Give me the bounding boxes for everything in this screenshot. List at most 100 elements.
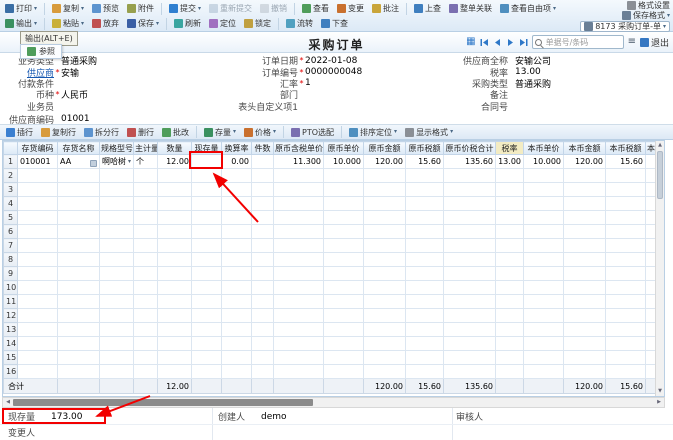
row-number[interactable]: 11: [4, 295, 18, 309]
grid-cell[interactable]: [496, 309, 524, 323]
vertical-scrollbar[interactable]: ▲ ▼: [655, 141, 664, 396]
grid-cell[interactable]: [564, 169, 606, 183]
grid-cell[interactable]: [58, 365, 100, 379]
grid-cell[interactable]: [58, 351, 100, 365]
grid-cell[interactable]: [58, 309, 100, 323]
grid-cell[interactable]: [444, 225, 496, 239]
discard-button[interactable]: 放弃: [89, 17, 122, 30]
grid-cell[interactable]: [58, 295, 100, 309]
grid-cell[interactable]: [564, 295, 606, 309]
grid-cell[interactable]: [444, 337, 496, 351]
scroll-left-icon[interactable]: ◀: [3, 398, 13, 407]
column-header[interactable]: 存货编码: [18, 142, 58, 155]
submit-button[interactable]: 提交▾: [166, 2, 204, 15]
refresh-button[interactable]: 刷新: [171, 17, 204, 30]
grid-cell[interactable]: [18, 253, 58, 267]
paste-button[interactable]: 粘贴▾: [49, 17, 87, 30]
grid-cell[interactable]: [406, 239, 444, 253]
grid-cell[interactable]: [274, 281, 324, 295]
grid-cell[interactable]: [406, 295, 444, 309]
grid-cell[interactable]: [274, 197, 324, 211]
supplier-value[interactable]: 安输: [61, 66, 79, 79]
grid-cell[interactable]: [100, 337, 134, 351]
tax-rate-value[interactable]: 13.00: [515, 67, 541, 77]
row-number[interactable]: 2: [4, 169, 18, 183]
grid-cell[interactable]: [274, 253, 324, 267]
grid-cell[interactable]: [192, 281, 222, 295]
row-number[interactable]: 9: [4, 267, 18, 281]
column-header[interactable]: 数量: [158, 142, 192, 155]
grid-cell[interactable]: [606, 211, 646, 225]
stock-button[interactable]: 存量▾: [201, 126, 239, 139]
grid-cell[interactable]: [18, 295, 58, 309]
format-settings-button[interactable]: 格式设置: [627, 1, 670, 10]
grid-cell[interactable]: [252, 309, 274, 323]
grid-cell[interactable]: 120.00: [564, 155, 606, 169]
row-number[interactable]: 15: [4, 351, 18, 365]
grid-cell[interactable]: [406, 253, 444, 267]
grid-cell[interactable]: 10.000: [324, 155, 364, 169]
grid-cell[interactable]: [100, 281, 134, 295]
grid-cell[interactable]: [606, 169, 646, 183]
grid-cell[interactable]: [252, 295, 274, 309]
grid-cell[interactable]: [406, 351, 444, 365]
grid-cell[interactable]: [564, 253, 606, 267]
grid-cell[interactable]: [564, 267, 606, 281]
grid-cell[interactable]: [192, 309, 222, 323]
grid-cell[interactable]: [564, 309, 606, 323]
grid-cell[interactable]: [18, 169, 58, 183]
grid-cell[interactable]: [564, 225, 606, 239]
view-free-items-button[interactable]: 查看自由项▾: [497, 2, 559, 15]
last-record-button[interactable]: [519, 38, 528, 47]
grid-cell[interactable]: [192, 197, 222, 211]
doc-template-button[interactable]: 8173 采购订单-单▾: [580, 21, 670, 32]
grid-cell[interactable]: [444, 211, 496, 225]
grid-cell[interactable]: [364, 267, 406, 281]
grid-cell[interactable]: 13.00: [496, 155, 524, 169]
grid-cell[interactable]: [606, 253, 646, 267]
column-header[interactable]: 税率: [496, 142, 524, 155]
grid-cell[interactable]: [496, 365, 524, 379]
grid-cell[interactable]: [158, 225, 192, 239]
grid-cell[interactable]: [100, 351, 134, 365]
grid-cell[interactable]: [158, 197, 192, 211]
currency-value[interactable]: 人民币: [61, 88, 88, 101]
supplier-fullname-value[interactable]: 安输公司: [515, 54, 551, 67]
grid-cell[interactable]: [406, 225, 444, 239]
grid-cell[interactable]: [158, 211, 192, 225]
grid-cell[interactable]: [406, 211, 444, 225]
hscroll-thumb[interactable]: [13, 399, 313, 406]
column-header[interactable]: 原币含税单价: [274, 142, 324, 155]
grid-cell[interactable]: [18, 225, 58, 239]
grid-cell[interactable]: [222, 281, 252, 295]
grid-cell[interactable]: [406, 309, 444, 323]
grid-cell[interactable]: [18, 197, 58, 211]
grid-cell[interactable]: [324, 309, 364, 323]
grid-cell[interactable]: [274, 337, 324, 351]
grid-cell[interactable]: [18, 365, 58, 379]
grid-cell[interactable]: 10.000: [524, 155, 564, 169]
grid-cell[interactable]: [406, 337, 444, 351]
annotate-button[interactable]: 批注: [369, 2, 402, 15]
grid-cell[interactable]: [58, 267, 100, 281]
grid-cell[interactable]: [134, 309, 158, 323]
grid-cell[interactable]: [222, 323, 252, 337]
row-number[interactable]: 5: [4, 211, 18, 225]
grid-cell[interactable]: 个: [134, 155, 158, 169]
grid-cell[interactable]: [444, 183, 496, 197]
grid-cell[interactable]: [406, 267, 444, 281]
grid-cell[interactable]: [524, 351, 564, 365]
grid-cell[interactable]: AA: [58, 155, 100, 169]
horizontal-scrollbar[interactable]: ◀ ▶: [2, 397, 665, 408]
grid-cell[interactable]: [192, 323, 222, 337]
grid-cell[interactable]: [324, 211, 364, 225]
grid-cell[interactable]: [222, 337, 252, 351]
grid-cell[interactable]: [324, 183, 364, 197]
row-number[interactable]: 10: [4, 281, 18, 295]
grid-cell[interactable]: [58, 197, 100, 211]
grid-cell[interactable]: [444, 197, 496, 211]
order-no-value[interactable]: 0000000048: [305, 67, 362, 77]
grid-cell[interactable]: [524, 337, 564, 351]
prev-record-button[interactable]: [493, 38, 502, 47]
grid-cell[interactable]: [18, 267, 58, 281]
